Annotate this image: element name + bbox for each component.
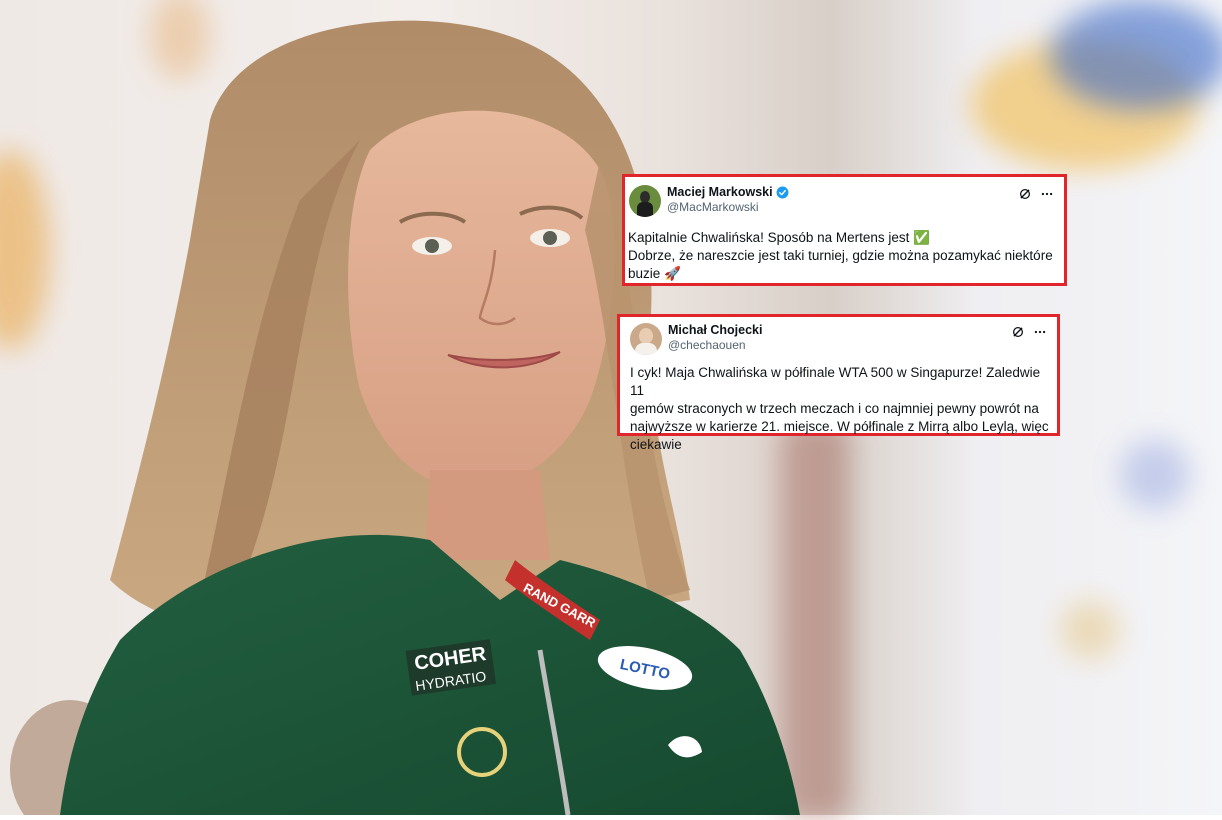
tweet-card[interactable]: Michał Chojecki @chechaouen I cyk! Maja … bbox=[617, 314, 1060, 452]
more-options-icon[interactable] bbox=[1040, 187, 1054, 201]
tweet-line: buzie bbox=[628, 266, 661, 281]
handle[interactable]: @MacMarkowski bbox=[667, 200, 789, 215]
tweet-text: Kapitalnie Chwalińska! Sposób na Mertens… bbox=[628, 229, 1060, 283]
tweet-text: I cyk! Maja Chwalińska w półfinale WTA 5… bbox=[630, 364, 1055, 454]
tweet-line: najwyższe w karierze 21. miejsce. W półf… bbox=[630, 419, 1049, 434]
grok-icon[interactable] bbox=[1011, 325, 1025, 339]
tweet-line: I cyk! Maja Chwalińska w półfinale WTA 5… bbox=[630, 365, 1041, 398]
handle[interactable]: @chechaouen bbox=[668, 338, 762, 353]
tweet-line: ciekawie bbox=[630, 437, 682, 452]
verified-badge-icon bbox=[776, 186, 789, 199]
tweet-line: Kapitalnie Chwalińska! Sposób na Mertens… bbox=[628, 230, 910, 245]
grok-icon[interactable] bbox=[1018, 187, 1032, 201]
rocket-emoji-icon: 🚀 bbox=[664, 266, 681, 281]
more-options-icon[interactable] bbox=[1033, 325, 1047, 339]
neck bbox=[425, 470, 550, 560]
avatar[interactable] bbox=[630, 323, 662, 355]
check-emoji-icon: ✅ bbox=[913, 230, 930, 245]
display-name[interactable]: Michał Chojecki bbox=[668, 323, 762, 338]
tweet-line: Dobrze, że nareszcie jest taki turniej, … bbox=[628, 248, 1053, 263]
tweet-card[interactable]: Maciej Markowski @MacMarkowski Kapitalni… bbox=[622, 174, 1067, 286]
tweet-line: gemów straconych w trzech meczach i co n… bbox=[630, 401, 1039, 416]
display-name[interactable]: Maciej Markowski bbox=[667, 185, 773, 200]
avatar[interactable] bbox=[629, 185, 661, 217]
